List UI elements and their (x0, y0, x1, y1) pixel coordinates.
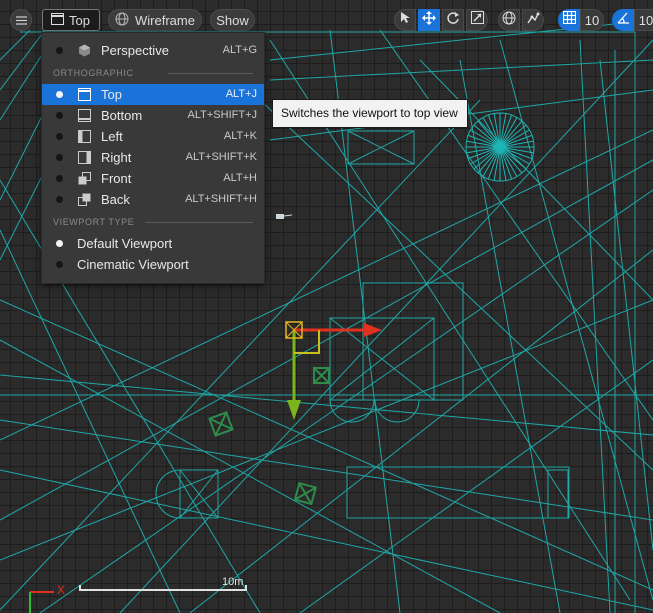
menu-item-label: Top (101, 87, 122, 102)
bottom-view-icon (78, 109, 91, 122)
menu-item-label: Front (101, 171, 132, 186)
menu-item-label: Cinematic Viewport (77, 257, 189, 272)
radio-dot (56, 154, 63, 161)
menu-item-right[interactable]: Right ALT+SHIFT+K (42, 147, 264, 168)
menu-item-top[interactable]: Top ALT+J (42, 84, 264, 105)
axis-x-label: X (57, 583, 66, 597)
menu-item-left[interactable]: Left ALT+K (42, 126, 264, 147)
render-mode-button[interactable]: Wireframe (108, 9, 202, 31)
tooltip-text: Switches the viewport to top view (281, 106, 458, 120)
menu-item-cinematic-viewport[interactable]: Cinematic Viewport (42, 254, 264, 275)
world-local-icon (502, 11, 516, 30)
radio-dot (56, 91, 63, 98)
perspective-cube-icon (78, 44, 91, 57)
show-label: Show (216, 12, 249, 28)
surface-snap-button[interactable] (522, 9, 544, 31)
grid-snap-icon (562, 10, 576, 29)
menu-item-shortcut: ALT+SHIFT+J (187, 109, 257, 121)
rotate-tool-button[interactable] (442, 9, 464, 31)
menu-item-shortcut: ALT+J (225, 88, 257, 100)
menu-item-front[interactable]: Front ALT+H (42, 168, 264, 189)
view-mode-menu: Perspective ALT+G ORTHOGRAPHIC Top ALT+J… (41, 32, 265, 284)
radio-dot (56, 261, 63, 268)
translate-icon (422, 10, 436, 30)
view-mode-button[interactable]: Top (42, 9, 100, 31)
scale-icon (470, 11, 484, 29)
radio-dot (56, 47, 63, 54)
menu-item-perspective[interactable]: Perspective ALT+G (42, 40, 264, 61)
grid-snap-value: 10 (584, 12, 600, 28)
menu-item-bottom[interactable]: Bottom ALT+SHIFT+J (42, 105, 264, 126)
radio-dot (56, 196, 63, 203)
tooltip: Switches the viewport to top view (272, 99, 468, 128)
menu-item-label: Right (101, 150, 132, 165)
top-view-icon (78, 88, 91, 101)
rotation-snap-value-button[interactable]: 10 (634, 9, 653, 31)
select-tool-button[interactable] (394, 9, 416, 31)
hamburger-icon (15, 13, 27, 28)
select-arrow-icon (400, 11, 410, 29)
right-view-icon (78, 151, 91, 164)
left-view-icon (78, 130, 91, 143)
top-view-icon (51, 12, 64, 28)
menu-item-shortcut: ALT+SHIFT+K (185, 151, 257, 163)
menu-item-shortcut: ALT+G (222, 44, 257, 56)
grid-snap-value-button[interactable]: 10 (580, 9, 604, 31)
grid-snap-button[interactable] (558, 9, 580, 31)
menu-item-shortcut: ALT+SHIFT+H (185, 193, 257, 205)
menu-item-label: Default Viewport (77, 236, 173, 251)
menu-item-label: Bottom (101, 108, 143, 123)
render-mode-label: Wireframe (135, 12, 195, 28)
globe-wireframe-icon (115, 12, 129, 29)
rotation-snap-value: 10 (638, 12, 653, 28)
radio-dot (56, 175, 63, 182)
menu-item-shortcut: ALT+K (223, 130, 257, 142)
rotation-snap-button[interactable] (612, 9, 634, 31)
menu-item-label: Left (101, 129, 123, 144)
show-button[interactable]: Show (210, 9, 255, 31)
menu-item-label: Perspective (101, 43, 169, 58)
translate-tool-button[interactable] (418, 9, 440, 31)
radio-dot (56, 112, 63, 119)
orthographic-section-header: ORTHOGRAPHIC (53, 68, 253, 80)
back-view-icon (78, 193, 91, 206)
axis-indicator (29, 591, 54, 613)
menu-item-shortcut: ALT+H (223, 172, 257, 184)
rotation-snap-icon (617, 11, 630, 29)
radio-dot (56, 240, 63, 247)
scale-bar-label: 10m (222, 576, 244, 588)
menu-item-default-viewport[interactable]: Default Viewport (42, 233, 264, 254)
front-view-icon (78, 172, 91, 185)
rotate-icon (446, 11, 460, 30)
surface-snap-icon (526, 11, 540, 30)
scale-tool-button[interactable] (466, 9, 488, 31)
viewport-type-section-header: VIEWPORT TYPE (53, 217, 253, 229)
view-mode-label: Top (69, 12, 90, 28)
world-local-button[interactable] (498, 9, 520, 31)
menu-item-label: Back (101, 192, 130, 207)
menu-item-back[interactable]: Back ALT+SHIFT+H (42, 189, 264, 210)
radio-dot (56, 133, 63, 140)
viewport-options-button[interactable] (10, 9, 32, 31)
camera-actor-icon[interactable] (276, 214, 293, 219)
